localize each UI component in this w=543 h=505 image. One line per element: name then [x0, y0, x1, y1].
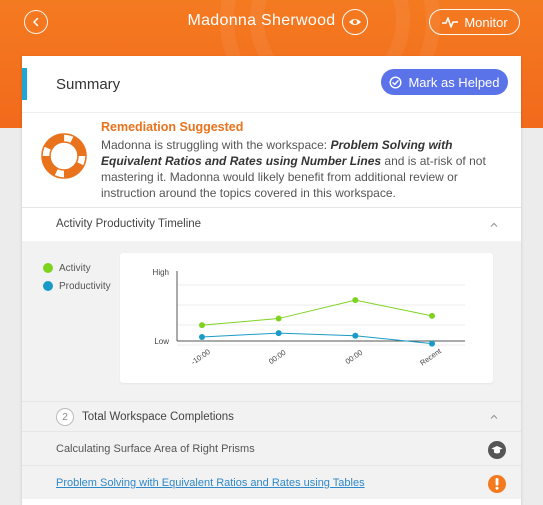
timeline-header[interactable]: Activity Productivity Timeline — [22, 207, 521, 241]
completion-row: Calculating Surface Area of Right Prisms — [22, 431, 521, 465]
timeline-chart-svg: High Low -10:00 00:00 00:00 Recent — [153, 268, 465, 368]
monitor-button[interactable]: Monitor — [429, 9, 520, 35]
y-tick-label: High — [153, 268, 169, 277]
chevron-up-icon[interactable] — [489, 412, 499, 422]
timeline-title: Activity Productivity Timeline — [56, 218, 202, 230]
data-point-productivity — [429, 340, 435, 347]
series-line-activity — [201, 299, 433, 326]
exclamation-icon — [488, 475, 506, 493]
completions-header[interactable]: 2 Total Workspace Completions — [22, 401, 521, 431]
chevron-up-icon[interactable] — [489, 220, 499, 230]
x-tick-label: 00:00 — [267, 348, 288, 366]
remediation-panel: Remediation Suggested Madonna is struggl… — [22, 112, 521, 207]
mark-as-helped-button[interactable]: Mark as Helped — [381, 69, 508, 95]
eye-icon — [349, 19, 361, 25]
summary-title: Summary — [56, 76, 121, 93]
graduation-cap-icon — [488, 441, 506, 459]
y-tick-label: Low — [154, 337, 169, 346]
timeline-chart: High Low -10:00 00:00 00:00 Recent — [120, 253, 493, 383]
summary-header: Summary Mark as Helped — [22, 56, 521, 112]
remediation-text: Madonna is struggling with the workspace… — [101, 138, 486, 200]
clock-check-icon — [389, 75, 402, 89]
data-point-productivity — [275, 330, 282, 337]
data-point-productivity — [352, 332, 359, 339]
monitor-label: Monitor — [464, 14, 508, 30]
series-line-productivity — [201, 332, 433, 345]
mark-as-helped-label: Mark as Helped — [408, 74, 500, 90]
summary-accent-bar — [22, 68, 27, 100]
completions-title: Total Workspace Completions — [82, 411, 234, 423]
data-point-activity — [275, 315, 282, 322]
completion-label: Calculating Surface Area of Right Prisms — [56, 443, 255, 455]
completion-link[interactable]: Problem Solving with Equivalent Ratios a… — [56, 477, 365, 489]
chart-legend: Activity Productivity — [43, 259, 111, 295]
life-ring-icon — [41, 133, 87, 179]
x-tick-label: 00:00 — [344, 348, 365, 366]
data-point-activity — [429, 312, 435, 319]
legend-item-activity: Activity — [43, 259, 111, 277]
data-point-activity — [199, 322, 205, 329]
completion-row: Problem Solving with Equivalent Ratios a… — [22, 465, 521, 499]
remediation-title: Remediation Suggested — [101, 120, 244, 134]
heartbeat-icon — [442, 17, 459, 28]
x-tick-label: -10:00 — [189, 347, 212, 367]
timeline-panel: Activity Productivity High Low -10:00 00:00… — [22, 241, 521, 401]
legend-swatch-activity — [43, 263, 53, 273]
data-point-activity — [352, 297, 359, 304]
legend-swatch-productivity — [43, 281, 53, 291]
completions-count: 2 — [56, 408, 74, 426]
legend-item-productivity: Productivity — [43, 277, 111, 295]
data-point-productivity — [199, 334, 205, 341]
x-tick-label: Recent — [418, 346, 443, 368]
student-detail-card: Summary Mark as Helped Remediation Sugge… — [22, 56, 521, 505]
view-button[interactable] — [342, 9, 368, 35]
top-bar: Madonna Sherwood Monitor — [0, 0, 543, 44]
